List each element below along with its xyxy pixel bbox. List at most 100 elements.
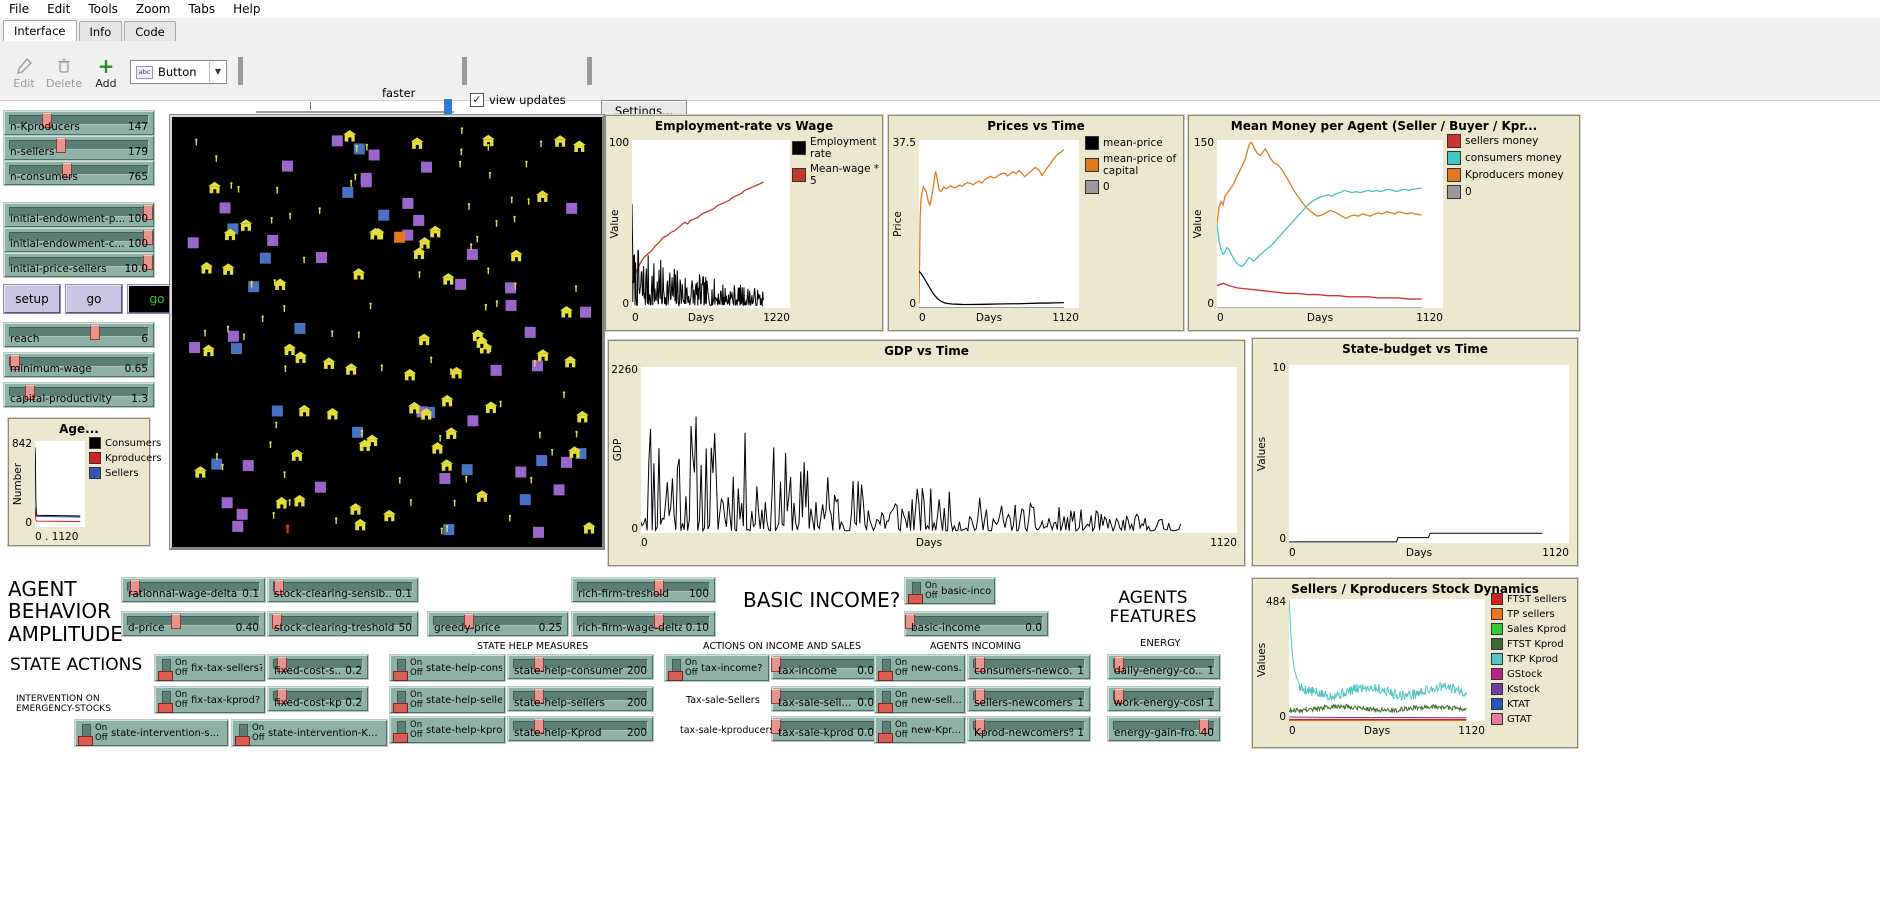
switch-fix-tax-sellers[interactable]: OnOfffix-tax-sellers? (155, 655, 265, 681)
slider-stock-clearing-treshold[interactable]: stock-clearing-treshold50 (268, 612, 418, 636)
slider-rich-firm-wage-delta[interactable]: rich-firm-wage-delta0.10 (572, 612, 715, 636)
switch-new-kpr[interactable]: OnOffnew-Kpr... (875, 717, 965, 743)
slider-label: reach (10, 333, 39, 345)
stock-square (260, 253, 271, 264)
slider-greedy-price[interactable]: greedy-price0.25 (428, 612, 568, 636)
switch-knob[interactable] (878, 733, 893, 743)
menu-tabs[interactable]: Tabs (180, 0, 225, 18)
switch-knob[interactable] (668, 671, 683, 681)
slider-fixed-cost-kp[interactable]: fixed-cost-kp...0.2 (268, 687, 368, 711)
switch-state-help-kprod[interactable]: OnOffstate-help-kprod? (390, 717, 505, 743)
switch-fix-tax-kprod[interactable]: OnOfffix-tax-kprod? (155, 687, 265, 713)
edit-button[interactable]: Edit (6, 57, 42, 90)
switch-new-sell[interactable]: OnOffnew-sell... (875, 687, 965, 713)
slider-label: consumers-newco... (974, 665, 1073, 677)
plot-series-line (35, 447, 80, 516)
slider-basic-income[interactable]: basic-income0.0 (905, 612, 1048, 636)
slider-consumers-newcomers[interactable]: consumers-newco...1 (968, 655, 1090, 679)
person-agent (270, 217, 272, 224)
chevron-down-icon: ▼ (209, 62, 221, 82)
switch-knob[interactable] (78, 736, 93, 746)
house-agent (200, 262, 213, 274)
house-agent (294, 351, 307, 363)
switch-off-label: Off (410, 700, 423, 710)
menu-file[interactable]: File (0, 0, 38, 18)
slider-label: d-price (128, 622, 165, 634)
switch-knob[interactable] (878, 703, 893, 713)
switch-knob[interactable] (158, 703, 173, 713)
button-setup[interactable]: setup (4, 285, 60, 313)
tab-code[interactable]: Code (124, 21, 175, 42)
slider-tax-sale-kprod[interactable]: tax-sale-kprod0.0 (772, 717, 880, 741)
slider-work-energy-cost[interactable]: work-energy-cost1 (1108, 687, 1220, 711)
slider-rich-firm-treshold[interactable]: rich-firm-treshold100 (572, 578, 715, 602)
legend-swatch-icon (1447, 151, 1461, 165)
switch-on-label: On (925, 581, 937, 591)
switch-knob[interactable] (158, 671, 173, 681)
slider-rationnal-wage-delta[interactable]: rationnal-wage-delta0.1 (122, 578, 265, 602)
stock-square (520, 494, 531, 505)
slider-state-help-kprod[interactable]: state-help-Kprod200 (508, 717, 653, 741)
switch-knob[interactable] (393, 671, 408, 681)
legend-swatch-icon (89, 452, 101, 464)
menu-tools[interactable]: Tools (79, 0, 127, 18)
slider-daily-energy-cost[interactable]: daily-energy-co...1 (1108, 655, 1220, 679)
switch-knob[interactable] (878, 671, 893, 681)
tab-info[interactable]: Info (79, 21, 123, 42)
stock-square (232, 521, 243, 532)
slider-sellers-newcomers[interactable]: sellers-newcomers%1 (968, 687, 1090, 711)
menu-edit[interactable]: Edit (38, 0, 79, 18)
switch-knob[interactable] (908, 594, 923, 604)
slider-reach[interactable]: reach 6 (4, 323, 154, 347)
slider-kprod-newcomers[interactable]: Kprod-newcomers%1 (968, 717, 1090, 741)
switch-state-help-sellers[interactable]: OnOffstate-help-sellers? (390, 687, 505, 713)
menu-zoom[interactable]: Zoom (127, 0, 180, 18)
house-agent (560, 306, 573, 318)
menu-help[interactable]: Help (224, 0, 269, 18)
slider-value: 6 (141, 333, 148, 345)
switch-state-intervention-s[interactable]: OnOffstate-intervention-s... (75, 720, 228, 746)
slider-energy-gain[interactable]: energy-gain-fro...40 (1108, 717, 1220, 741)
house-agent (239, 219, 252, 231)
slider-n-consumers[interactable]: n-consumers765 (4, 161, 154, 185)
slider-state-help-consumers[interactable]: state-help-consumers200 (508, 655, 653, 679)
slider-n-sellers[interactable]: n-sellers179 (4, 136, 154, 160)
switch-state-help-consu[interactable]: OnOffstate-help-consu... (390, 655, 505, 681)
slider-tax-income[interactable]: tax-income0.0 (772, 655, 880, 679)
axis-y-title: Value (609, 140, 621, 308)
slider-n-kproducers[interactable]: n-Kproducers147 (4, 111, 154, 135)
slider-fixed-cost-s[interactable]: fixed-cost-s...0.2 (268, 655, 368, 679)
house-agent (222, 263, 235, 275)
add-button[interactable]: +Add (88, 57, 124, 90)
slider-stock-clearing-sensib[interactable]: stock-clearing-sensib...0.1 (268, 578, 418, 602)
slider-minimum-wage[interactable]: minimum-wage0.65 (4, 353, 154, 377)
axis-x-label: 0 (632, 312, 639, 324)
button-go[interactable]: go (66, 285, 122, 313)
house-agent (345, 363, 358, 375)
legend-label: TKP Kprod (1507, 654, 1558, 665)
plot-money: Mean Money per Agent (Seller / Buyer / K… (1188, 115, 1580, 331)
slider-tax-sale-sell[interactable]: tax-sale-sell...0.0 (772, 687, 880, 711)
tab-interface[interactable]: Interface (3, 20, 77, 42)
switch-basic-income[interactable]: OnOffbasic-income? (905, 578, 995, 604)
delete-button[interactable]: Delete (46, 57, 82, 90)
stock-square (369, 150, 380, 161)
switch-tax-income[interactable]: OnOfftax-income? (665, 655, 769, 681)
slider-d-price[interactable]: d-price0.40 (122, 612, 265, 636)
slider-capital-productivity[interactable]: capital-productivity1.3 (4, 383, 154, 407)
slider-initial-endowment-p[interactable]: initial-endowment-p...100 (4, 203, 154, 227)
toolbar-separator (462, 57, 467, 85)
switch-state-intervention-k[interactable]: OnOffstate-intervention-K... (232, 720, 387, 746)
slider-initial-price-sellers[interactable]: initial-price-sellers10.0 (4, 253, 154, 277)
switch-new-cons[interactable]: OnOffnew-cons... (875, 655, 965, 681)
slider-label: sellers-newcomers% (974, 697, 1073, 709)
switch-knob[interactable] (393, 703, 408, 713)
axis-y-title: Values (1256, 365, 1268, 543)
switch-knob[interactable] (235, 736, 250, 746)
axis-x-labels: 0Days1120 (1289, 725, 1485, 737)
slider-initial-endowment-c[interactable]: initial-endowment-c...100 (4, 228, 154, 252)
switch-knob[interactable] (393, 733, 408, 743)
person-agent (289, 213, 291, 220)
slider-state-help-sellers[interactable]: state-help-sellers200 (508, 687, 653, 711)
widget-type-dropdown[interactable]: abc Button ▼ (130, 60, 227, 84)
